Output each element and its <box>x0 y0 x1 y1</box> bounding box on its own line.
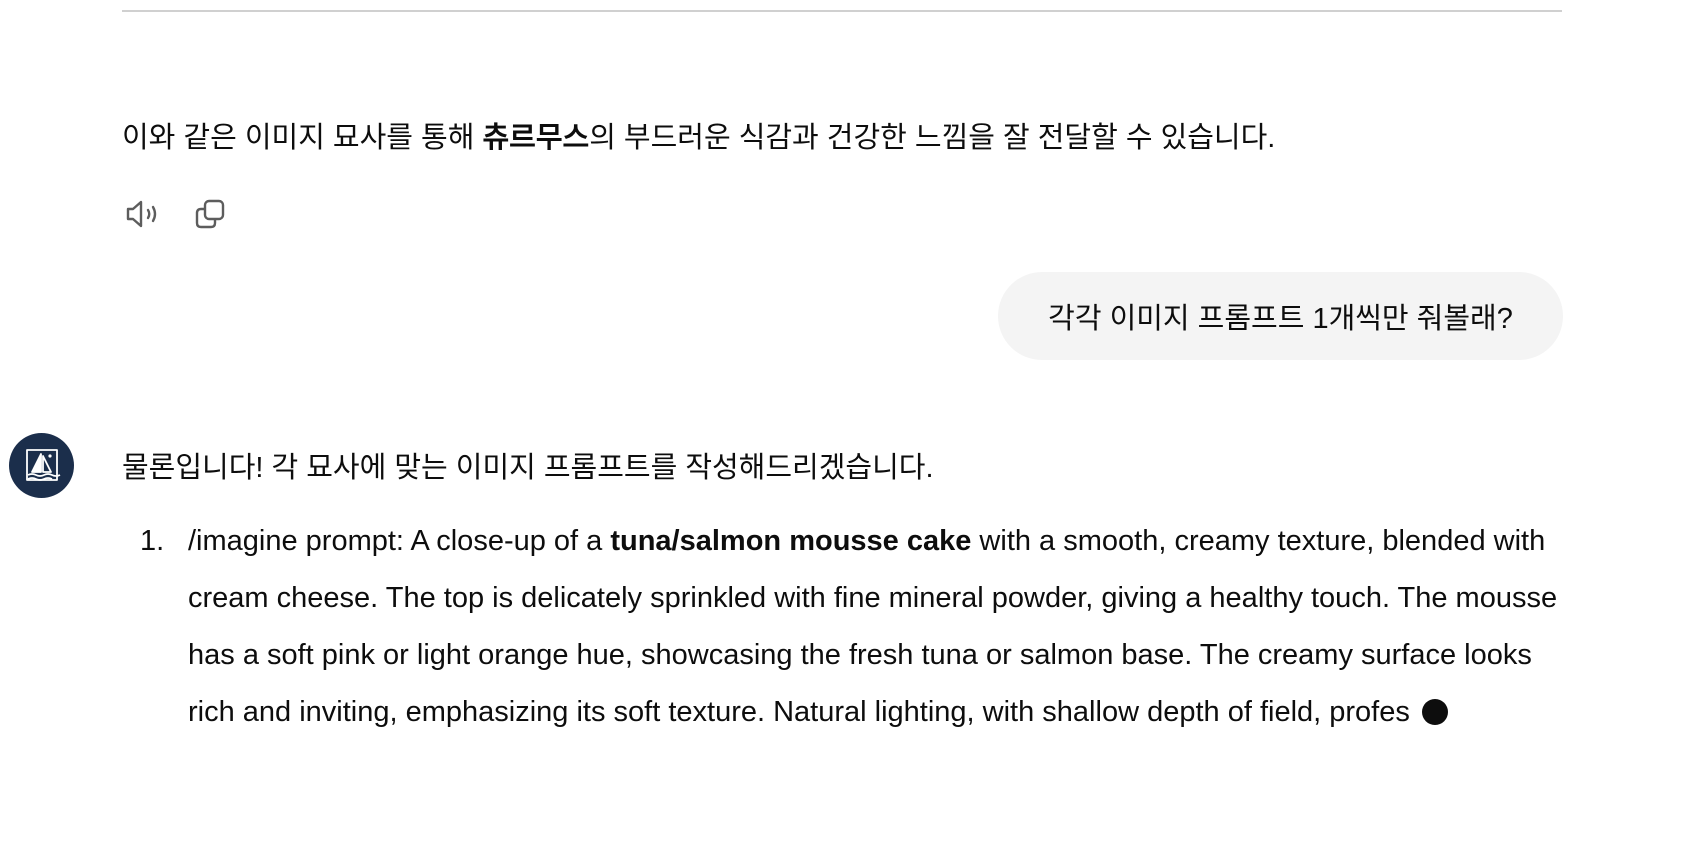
message-divider <box>122 10 1562 12</box>
speaker-icon <box>126 200 157 228</box>
read-aloud-button[interactable] <box>124 194 164 234</box>
assistant-intro-text: 물론입니다! 각 묘사에 맞는 이미지 프롬프트를 작성해드리겠습니다. <box>122 452 934 484</box>
previous-message-bold: 츄르무스 <box>482 122 590 154</box>
previous-message-text-end: 의 부드러운 식감과 건강한 느낌을 잘 전달할 수 있습니다. <box>589 122 1276 154</box>
list-item-text: /imagine prompt: A close-up of a tuna/sa… <box>188 513 1560 741</box>
user-message-text: 각각 이미지 프롬프트 1개씩만 줘볼래? <box>1048 303 1513 335</box>
prompt-text-start: /imagine prompt: A close-up of a <box>188 525 611 557</box>
assistant-avatar <box>9 433 74 498</box>
user-message-bubble: 각각 이미지 프롬프트 1개씩만 줘볼래? <box>998 272 1563 360</box>
streaming-cursor-icon <box>1421 699 1448 725</box>
copy-icon <box>195 199 225 229</box>
previous-message-text: 이와 같은 이미지 묘사를 통해 <box>122 122 483 154</box>
copy-button[interactable] <box>190 194 230 234</box>
list-item-number: 1. <box>140 525 165 557</box>
previous-assistant-message: 이와 같은 이미지 묘사를 통해 츄르무스의 부드러운 식감과 건강한 느낌을 … <box>122 118 1275 158</box>
sailboat-logo-icon <box>25 448 60 481</box>
message-actions <box>124 194 230 234</box>
prompt-text-bold: tuna/salmon mousse cake <box>610 525 972 557</box>
